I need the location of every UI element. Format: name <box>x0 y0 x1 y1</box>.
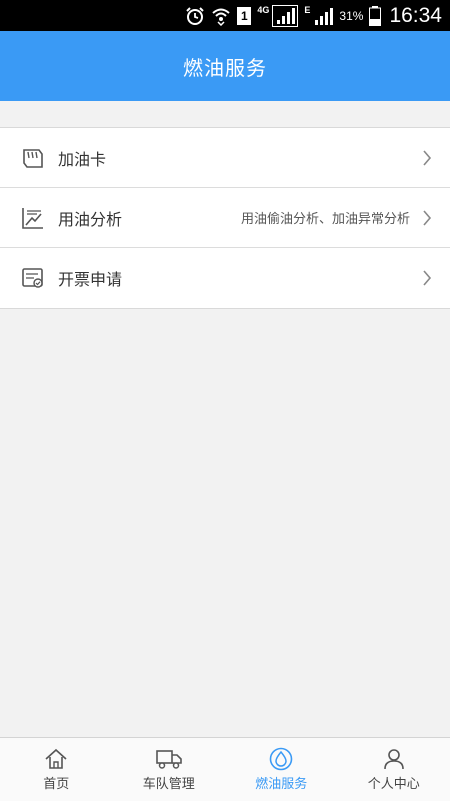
menu-item-label: 用油分析 <box>58 206 241 230</box>
bottom-tab-bar: 首页 车队管理 燃油服务 个人中心 <box>0 737 450 801</box>
tab-label: 车队管理 <box>143 773 195 792</box>
tab-home[interactable]: 首页 <box>0 738 113 801</box>
status-bar: 1 4G E 31% 16:34 <box>0 0 450 31</box>
app-header: 燃油服务 <box>0 31 450 101</box>
network-type-e: E <box>304 5 310 15</box>
network-type-4g: 4G <box>257 5 269 15</box>
chevron-right-icon <box>420 269 434 287</box>
chevron-right-icon <box>420 149 434 167</box>
wifi-icon <box>211 6 231 26</box>
fuel-card-icon <box>20 145 46 171</box>
menu-item-subtitle: 用油偷油分析、加油异常分析 <box>241 208 410 227</box>
truck-icon <box>155 747 183 771</box>
clock-time: 16:34 <box>389 4 442 28</box>
home-icon <box>42 747 70 771</box>
tab-fleet-management[interactable]: 车队管理 <box>113 738 226 801</box>
fuel-drop-icon <box>267 747 295 771</box>
chevron-right-icon <box>420 209 434 227</box>
sim-card-indicator: 1 <box>237 7 251 25</box>
signal-e-icon <box>313 6 333 26</box>
analysis-chart-icon <box>20 205 46 231</box>
menu-item-label: 加油卡 <box>58 146 420 170</box>
menu-item-label: 开票申请 <box>58 266 420 290</box>
menu-item-fuel-card[interactable]: 加油卡 <box>0 128 450 188</box>
tab-personal-center[interactable]: 个人中心 <box>338 738 450 801</box>
tab-fuel-service[interactable]: 燃油服务 <box>225 738 338 801</box>
battery-icon <box>369 6 381 26</box>
tab-label: 燃油服务 <box>255 773 307 792</box>
signal-4g-icon <box>272 5 298 27</box>
alarm-icon <box>185 6 205 26</box>
tab-label: 首页 <box>43 773 69 792</box>
page-title: 燃油服务 <box>183 52 267 81</box>
person-icon <box>380 747 408 771</box>
invoice-icon <box>20 265 46 291</box>
tab-label: 个人中心 <box>368 773 420 792</box>
menu-list: 加油卡 用油分析 用油偷油分析、加油异常分析 开票申请 <box>0 127 450 309</box>
menu-item-fuel-analysis[interactable]: 用油分析 用油偷油分析、加油异常分析 <box>0 188 450 248</box>
battery-percent: 31% <box>339 9 363 23</box>
menu-item-invoice-request[interactable]: 开票申请 <box>0 248 450 308</box>
